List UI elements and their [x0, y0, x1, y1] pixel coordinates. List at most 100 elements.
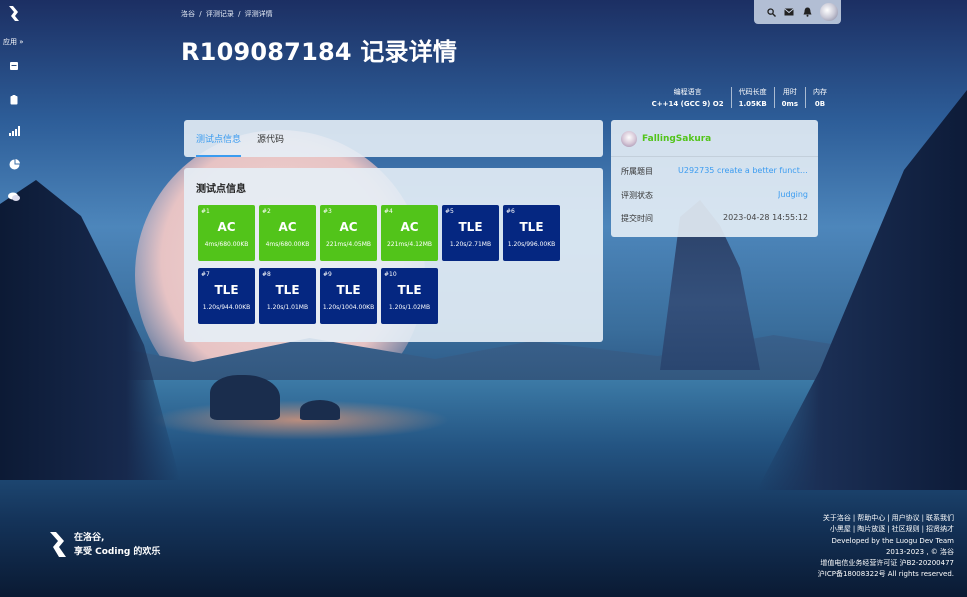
footer-link-about[interactable]: 关于洛谷 [823, 514, 851, 522]
footer-copyright: 2013-2023 , © 洛谷 [885, 547, 954, 556]
testcase-number: #7 [201, 271, 210, 278]
tab-source-code[interactable]: 源代码 [257, 132, 284, 157]
testcase-tile[interactable]: #2 AC 4ms/680.00KB [259, 205, 316, 261]
rock-illustration [300, 400, 340, 420]
status-label: 评测状态 [621, 191, 653, 200]
stat-value: C++14 (GCC 9) O2 [651, 100, 724, 108]
testcase-tile[interactable]: #4 AC 221ms/4.12MB [381, 205, 438, 261]
document-icon[interactable] [6, 58, 22, 74]
breadcrumb-separator: / [199, 10, 202, 18]
footer-license[interactable]: 增值电信业务经营许可证 沪B2-20200477 [818, 558, 954, 569]
testcase-status: TLE [336, 283, 361, 297]
footer-link-ostracism[interactable]: 陶片放逐 [857, 525, 885, 533]
user-avatar[interactable] [820, 3, 838, 21]
submitter-username[interactable]: FallingSakura [642, 134, 711, 144]
testcase-status: AC [217, 220, 236, 234]
breadcrumb-home-link[interactable]: 洛谷 [181, 10, 195, 18]
testcase-tile[interactable]: #7 TLE 1.20s/944.00KB [198, 268, 255, 324]
testcase-number: #3 [323, 208, 332, 215]
submission-info-card: FallingSakura 所属题目 U292735 create a bett… [611, 120, 818, 237]
slogan-line: 享受 Coding 的欢乐 [74, 547, 161, 557]
search-icon[interactable] [766, 7, 776, 17]
tabs-bar: 测试点信息 源代码 [184, 120, 603, 157]
testcase-info: 1.20s/944.00KB [202, 304, 251, 311]
testcases-grid: #1 AC 4ms/680.00KB #2 AC 4ms/680.00KB #3 AC 221m… [198, 205, 560, 324]
testcase-status: AC [278, 220, 297, 234]
submit-time-value: 2023-04-28 14:55:12 [723, 213, 808, 222]
testcase-number: #8 [262, 271, 271, 278]
stat-memory: 内存 0B [805, 87, 834, 108]
stat-value: 0B [814, 100, 826, 108]
apps-menu-button[interactable]: 应用 » [3, 37, 24, 47]
testcase-tile[interactable]: #3 AC 221ms/4.05MB [320, 205, 377, 261]
testcase-status: AC [400, 220, 419, 234]
testcase-tile[interactable]: #6 TLE 1.20s/996.00KB [503, 205, 560, 261]
mail-icon[interactable] [784, 7, 794, 17]
testcase-info: 221ms/4.12MB [386, 241, 433, 248]
user-row: FallingSakura [621, 131, 711, 147]
footer-link-rules[interactable]: 社区规则 [892, 525, 920, 533]
testcase-tile[interactable]: #8 TLE 1.20s/1.01MB [259, 268, 316, 324]
testcase-tile[interactable]: #10 TLE 1.20s/1.02MB [381, 268, 438, 324]
luogu-logo-icon[interactable] [6, 6, 22, 22]
footer-link-blacklist[interactable]: 小黑屋 [830, 525, 851, 533]
testcase-tile[interactable]: #1 AC 4ms/680.00KB [198, 205, 255, 261]
testcase-number: #1 [201, 208, 210, 215]
footer: 关于洛谷 | 帮助中心 | 用户协议 | 联系我们 小黑屋 | 陶片放逐 | 社区规则 | 招贤纳才 D… [818, 513, 954, 581]
submit-time-row: 提交时间 2023-04-28 14:55:12 [621, 213, 808, 224]
rock-illustration [210, 375, 280, 420]
breadcrumb-records-link[interactable]: 评测记录 [206, 10, 234, 18]
problem-row: 所属题目 U292735 create a better functi... [621, 166, 808, 177]
slogan-text: 在洛谷, 享受 Coding 的欢乐 [74, 531, 160, 559]
testcase-info: 4ms/680.00KB [204, 241, 249, 248]
footer-link-help[interactable]: 帮助中心 [857, 514, 885, 522]
stat-label: 用时 [782, 88, 797, 96]
chat-icon[interactable] [6, 189, 22, 205]
testcase-tile[interactable]: #5 TLE 1.20s/2.71MB [442, 205, 499, 261]
footer-link-jobs[interactable]: 招贤纳才 [926, 525, 954, 533]
divider [611, 156, 818, 157]
stat-language: 编程语言 C++14 (GCC 9) O2 [645, 87, 731, 108]
testcase-status: TLE [519, 220, 544, 234]
bell-icon[interactable] [802, 7, 812, 17]
slogan-line: 在洛谷, [74, 533, 105, 543]
testcase-info: 1.20s/996.00KB [507, 241, 556, 248]
stat-value: 1.05KB [738, 100, 767, 108]
testcase-info: 1.20s/2.71MB [449, 241, 492, 248]
pie-chart-icon[interactable] [6, 156, 22, 172]
signal-bars-icon[interactable] [6, 123, 22, 139]
testcase-number: #6 [506, 208, 515, 215]
testcase-number: #4 [384, 208, 393, 215]
stat-code-length: 代码长度 1.05KB [730, 87, 774, 108]
submitter-avatar[interactable] [621, 131, 637, 147]
testcase-info: 4ms/680.00KB [265, 241, 310, 248]
testcase-status: TLE [397, 283, 422, 297]
status-row: 评测状态 Judging [621, 190, 808, 201]
testcase-info: 1.20s/1004.00KB [322, 304, 375, 311]
breadcrumb-current: 评测详情 [244, 10, 273, 18]
stat-label: 内存 [813, 88, 827, 96]
testcases-title: 测试点信息 [196, 184, 246, 195]
testcase-status: TLE [214, 283, 239, 297]
stat-label: 编程语言 [673, 88, 702, 96]
footer-links-row: 关于洛谷 | 帮助中心 | 用户协议 | 联系我们 [822, 514, 954, 522]
tab-testcases[interactable]: 测试点信息 [196, 132, 242, 157]
breadcrumb-separator: / [238, 10, 241, 18]
footer-icp[interactable]: 沪ICP备18008322号 All rights reserved. [818, 569, 954, 580]
testcase-number: #2 [262, 208, 271, 215]
testcase-number: #9 [323, 271, 332, 278]
testcase-info: 1.20s/1.01MB [266, 304, 309, 311]
testcases-panel: 测试点信息 #1 AC 4ms/680.00KB #2 AC 4ms/680.00KB #3… [184, 168, 603, 342]
submit-time-label: 提交时间 [621, 214, 653, 223]
clipboard-icon[interactable] [6, 91, 22, 107]
footer-slogan: 在洛谷, 享受 Coding 的欢乐 [47, 530, 160, 560]
footer-link-agreement[interactable]: 用户协议 [892, 514, 920, 522]
testcase-tile[interactable]: #9 TLE 1.20s/1004.00KB [320, 268, 377, 324]
stat-label: 代码长度 [738, 88, 767, 96]
problem-link[interactable]: U292735 create a better functi... [678, 166, 808, 177]
page-title: R109087184 记录详情 [181, 38, 458, 66]
footer-links-row: 小黑屋 | 陶片放逐 | 社区规则 | 招贤纳才 [829, 525, 954, 534]
status-value: Judging [778, 190, 808, 199]
footer-link-contact[interactable]: 联系我们 [926, 514, 954, 522]
testcase-number: #5 [445, 208, 454, 215]
